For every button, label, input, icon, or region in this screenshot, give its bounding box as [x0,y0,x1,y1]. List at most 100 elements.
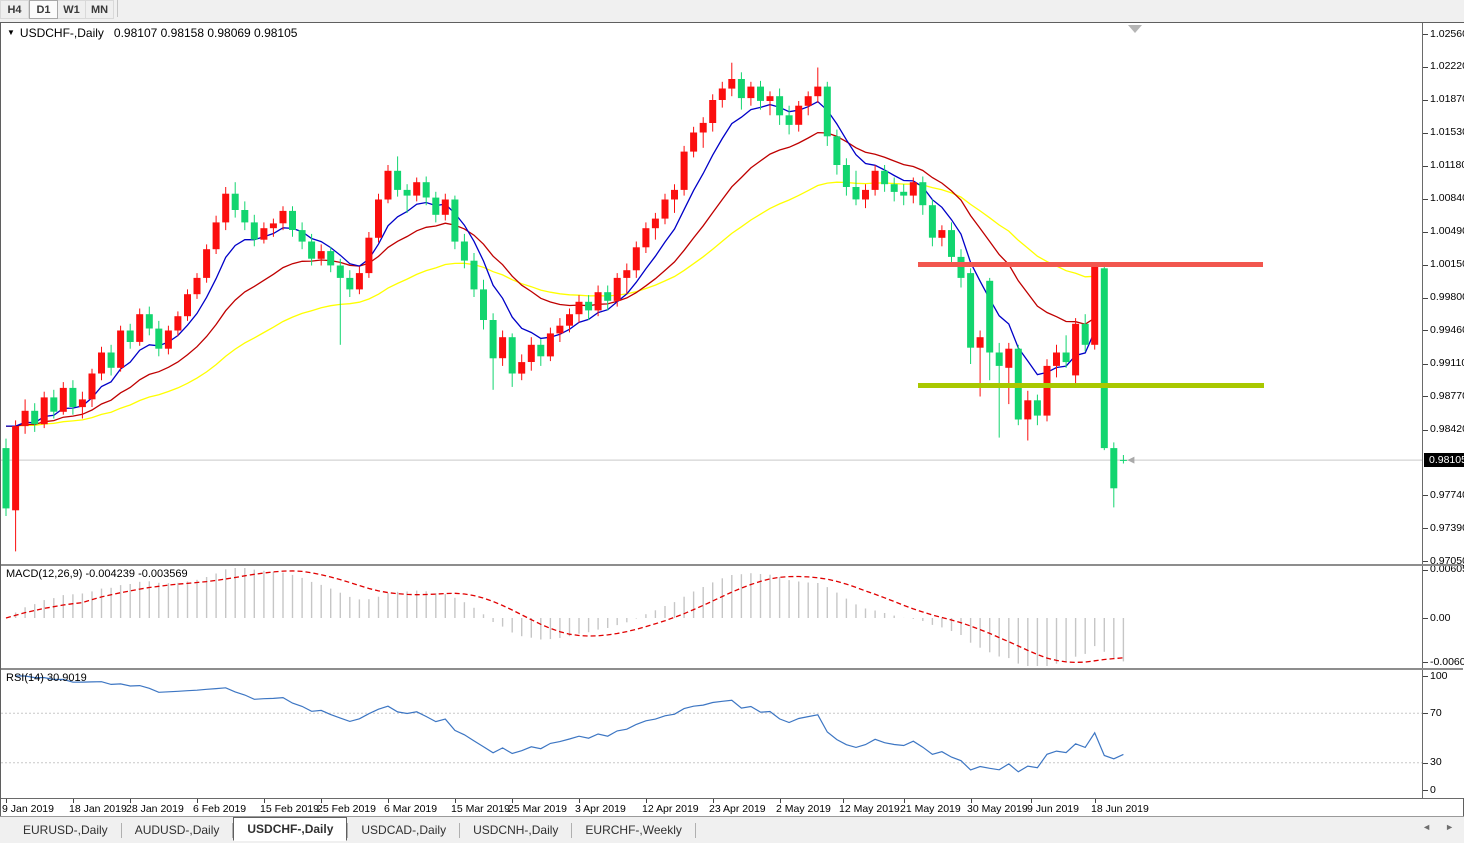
date-label: 6 Mar 2019 [384,803,437,815]
axis-tick [1423,618,1428,619]
chart-ohlc-values: 0.98107 0.98158 0.98069 0.98105 [114,26,298,40]
axis-tick [1423,495,1428,496]
price-axis-label: 0.99110 [1430,357,1464,369]
date-label: 2 May 2019 [776,803,831,815]
price-axis-label: 1.01530 [1430,126,1464,138]
app-root: { "toolbar": { "timeframes": [ {"label":… [0,0,1464,842]
chart-tab-eurchf-weekly[interactable]: EURCHF-,Weekly [572,820,694,841]
axis-tick [1423,561,1428,562]
timeframe-toolbar: H4D1W1MN [0,0,1464,22]
axis-tick [1423,133,1428,134]
chart-shift-marker-icon[interactable] [1128,25,1142,33]
axis-tick [1423,790,1428,791]
price-axis-label: 1.00150 [1430,258,1464,270]
price-axis-label: 1.02220 [1430,60,1464,72]
price-axis-label: 1.00840 [1430,192,1464,204]
axis-tick [1423,430,1428,431]
axis-tick [1423,34,1428,35]
timeframe-button-d1[interactable]: D1 [29,0,58,19]
main-chart-canvas[interactable] [1,23,1422,564]
axis-tick [1423,713,1428,714]
price-axis-label: 1.01870 [1430,93,1464,105]
chart-tab-usdchf-daily[interactable]: USDCHF-,Daily [233,817,347,841]
chart-tab-bar: EURUSD-,DailyAUDUSD-,DailyUSDCHF-,DailyU… [0,816,1464,843]
timeframe-buttons: H4D1W1MN [0,0,114,19]
rsi-canvas[interactable] [1,670,1422,798]
axis-tick [1423,232,1428,233]
rsi-label: RSI(14) 30.9019 [6,672,87,684]
axis-tick [1423,662,1428,663]
date-label: 21 May 2019 [900,803,961,815]
chart-symbol-label: USDCHF-,Daily [20,26,104,40]
date-label: 28 Jan 2019 [126,803,184,815]
price-axis-label: 1.01180 [1430,159,1464,171]
tab-scroll-nav: ◄ ► [1422,822,1454,832]
axis-tick [1423,67,1428,68]
date-label: 25 Feb 2019 [317,803,376,815]
date-label: 12 May 2019 [839,803,900,815]
macd-axis-label: 0.00 [1430,612,1450,624]
axis-tick [1423,100,1428,101]
timeframe-button-h4[interactable]: H4 [0,0,29,19]
macd-label: MACD(12,26,9) -0.004239 -0.003569 [6,568,188,580]
current-price-tag: 0.98105 [1424,453,1464,467]
price-axis[interactable]: 1.02560 1.02220 1.01870 1.01530 1.01180 1.008… [1422,23,1464,798]
price-axis-label: 0.97740 [1430,489,1464,501]
tab-scroll-right-button[interactable]: ► [1445,822,1454,832]
date-label: 6 Feb 2019 [193,803,246,815]
macd-pane[interactable]: MACD(12,26,9) -0.004239 -0.003569 [1,566,1422,668]
main-price-pane[interactable]: ▼ USDCHF-,Daily 0.98107 0.98158 0.98069 0.… [1,23,1422,564]
toolbar-separator [117,0,118,17]
date-label: 3 Apr 2019 [575,803,626,815]
date-label: 15 Mar 2019 [451,803,510,815]
rsi-axis-label: 30 [1430,756,1442,768]
date-label: 23 Apr 2019 [709,803,766,815]
date-label: 9 Jan 2019 [2,803,54,815]
chart-tab-usdcnh-daily[interactable]: USDCNH-,Daily [460,820,571,841]
date-label: 15 Feb 2019 [260,803,319,815]
date-label: 9 Jun 2019 [1027,803,1079,815]
date-label: 25 Mar 2019 [508,803,567,815]
chart-tab-usdcad-daily[interactable]: USDCAD-,Daily [348,820,459,841]
macd-canvas[interactable] [1,566,1422,668]
price-axis-label: 0.99800 [1430,291,1464,303]
axis-tick [1423,166,1428,167]
rsi-axis-label: 0 [1430,784,1436,796]
date-label: 12 Apr 2019 [642,803,699,815]
price-axis-label: 0.99460 [1430,324,1464,336]
axis-tick [1423,330,1428,331]
axis-tick [1423,676,1428,677]
date-label: 30 May 2019 [967,803,1028,815]
timeframe-button-mn[interactable]: MN [86,0,114,19]
tab-scroll-left-button[interactable]: ◄ [1422,822,1431,832]
axis-tick [1423,199,1428,200]
tab-separator [695,823,696,838]
price-axis-label: 0.97390 [1430,522,1464,534]
axis-tick [1423,396,1428,397]
chart-tab-audusd-daily[interactable]: AUDUSD-,Daily [122,820,233,841]
pane-splitter[interactable] [1,668,1463,670]
symbol-dropdown-icon[interactable]: ▼ [7,28,15,37]
axis-tick [1423,570,1428,571]
chart-title: ▼ USDCHF-,Daily 0.98107 0.98158 0.98069 0.… [7,26,297,40]
axis-tick [1423,265,1428,266]
price-axis-label: 0.98420 [1430,423,1464,435]
axis-tick [1423,763,1428,764]
axis-tick [1423,364,1428,365]
date-label: 18 Jun 2019 [1091,803,1149,815]
price-axis-label: 1.02560 [1430,28,1464,40]
axis-tick [1423,528,1428,529]
date-axis[interactable]: 9 Jan 201918 Jan 201928 Jan 20196 Feb 20… [1,798,1463,817]
price-axis-label: 1.00490 [1430,225,1464,237]
rsi-pane[interactable]: RSI(14) 30.9019 [1,670,1422,798]
timeframe-button-w1[interactable]: W1 [58,0,86,19]
axis-tick [1423,298,1428,299]
pane-splitter[interactable] [1,564,1463,566]
price-axis-label: 0.98770 [1430,390,1464,402]
rsi-axis-label: 100 [1430,670,1448,682]
chart-window: ▼ USDCHF-,Daily 0.98107 0.98158 0.98069 0.… [0,22,1464,817]
macd-axis-label: -0.006096 [1430,656,1464,668]
chart-tab-eurusd-daily[interactable]: EURUSD-,Daily [10,820,121,841]
chart-tabs: EURUSD-,DailyAUDUSD-,DailyUSDCHF-,DailyU… [10,817,696,843]
rsi-axis-label: 70 [1430,707,1442,719]
